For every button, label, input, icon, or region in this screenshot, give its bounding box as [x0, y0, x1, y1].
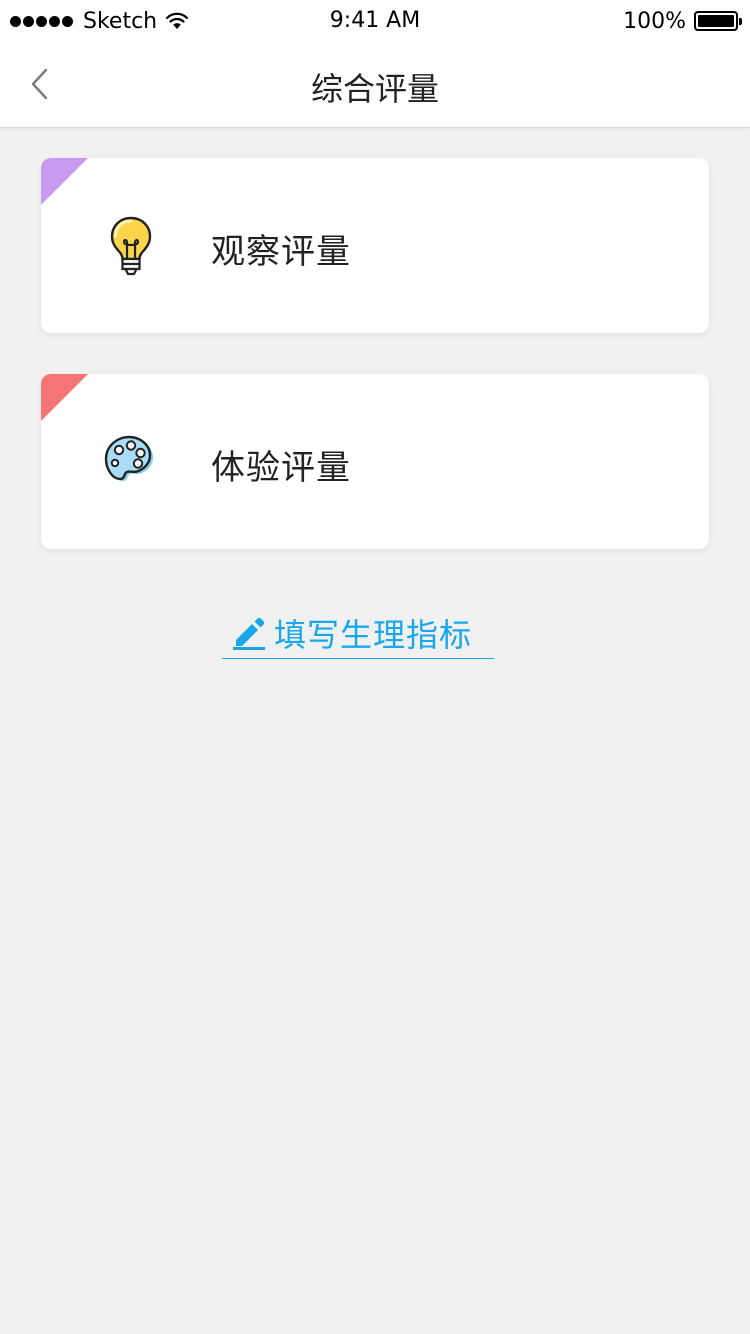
card-label: 体验评量: [211, 448, 351, 488]
status-bar: Sketch 9:41 AM 100%: [0, 0, 750, 40]
fill-physiological-indicators-link[interactable]: 填写生理指标: [222, 608, 494, 659]
card-corner-tag: [41, 374, 88, 421]
status-right: 100%: [623, 8, 742, 34]
fill-link-label: 填写生理指标: [274, 616, 473, 654]
observation-assessment-card[interactable]: 观察评量: [41, 158, 709, 333]
pencil-icon: [233, 617, 265, 650]
battery-percentage: 100%: [623, 8, 686, 34]
experience-assessment-card[interactable]: 体验评量: [41, 374, 709, 549]
battery-icon: [694, 11, 742, 31]
card-label: 观察评量: [211, 232, 351, 272]
palette-icon: [101, 430, 161, 494]
navigation-bar: 综合评量: [0, 40, 750, 128]
page-title: 综合评量: [310, 70, 439, 108]
lightbulb-icon: [101, 214, 161, 278]
card-corner-tag: [41, 158, 88, 205]
